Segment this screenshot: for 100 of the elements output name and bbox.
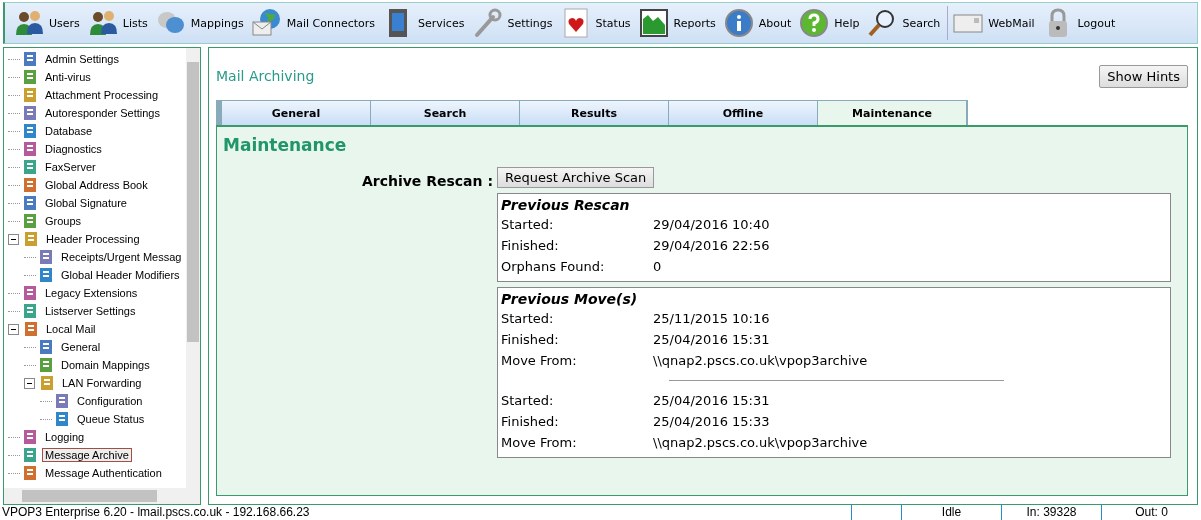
tree-item[interactable]: Database xyxy=(42,124,96,138)
tab[interactable]: General xyxy=(222,101,371,125)
toolbar-button[interactable]: Settings xyxy=(469,5,558,41)
info-value: \\qnap2.pscs.co.uk\vpop3archive xyxy=(653,435,868,450)
page-title: Mail Archiving xyxy=(216,68,315,84)
info-value: 0 xyxy=(653,259,662,274)
document-icon xyxy=(22,303,38,319)
info-label: Finished: xyxy=(501,414,560,429)
document-icon xyxy=(38,249,54,265)
tree-item[interactable]: Admin Settings xyxy=(42,52,122,66)
document-icon xyxy=(38,339,54,355)
tree-item[interactable]: Receipts/Urgent Messag xyxy=(58,250,185,264)
show-hints-button[interactable]: Show Hints xyxy=(1099,64,1188,88)
tree-item[interactable]: Queue Status xyxy=(74,412,148,426)
info-value: 25/11/2015 10:16 xyxy=(653,311,770,326)
status-cell: Out: 0 xyxy=(1101,504,1201,520)
tree-item[interactable]: Global Header Modifiers xyxy=(58,268,183,282)
tree-item[interactable]: LAN Forwarding xyxy=(59,376,145,390)
tree-item[interactable]: Global Signature xyxy=(42,196,130,210)
document-icon xyxy=(22,213,38,229)
info-value: 29/04/2016 10:40 xyxy=(653,217,770,232)
toolbar-button[interactable]: Mail Connectors xyxy=(248,5,381,41)
info-value: 25/04/2016 15:31 xyxy=(653,393,770,408)
tree-item[interactable]: Header Processing xyxy=(43,232,143,246)
globe-envelope-icon xyxy=(250,7,283,39)
box-title: Previous Rescan xyxy=(501,197,631,213)
tree-item[interactable]: FaxServer xyxy=(42,160,99,174)
collapse-icon[interactable] xyxy=(8,233,19,245)
tab[interactable]: Results xyxy=(520,101,669,125)
tree-item[interactable]: Message Archive xyxy=(42,448,132,462)
document-icon xyxy=(22,87,38,103)
document-icon xyxy=(22,69,38,85)
document-icon xyxy=(22,51,38,67)
tab[interactable]: Search xyxy=(371,101,520,125)
info-label: Finished: xyxy=(501,238,560,253)
document-icon xyxy=(22,177,38,193)
toolbar-button[interactable]: About xyxy=(720,5,797,41)
toolbar-button[interactable]: Mappings xyxy=(152,5,249,41)
document-icon xyxy=(22,159,38,175)
document-icon xyxy=(22,123,38,139)
tree-item[interactable]: Global Address Book xyxy=(42,178,151,192)
tree-item[interactable]: General xyxy=(58,340,104,354)
request-scan-button[interactable]: Request Archive Scan xyxy=(497,167,655,188)
document-icon xyxy=(22,195,38,211)
info-label: Orphans Found: xyxy=(501,259,606,274)
tree-item[interactable]: Message Authentication xyxy=(42,466,165,480)
document-icon xyxy=(22,465,38,481)
toolbar-button[interactable]: Status xyxy=(557,5,636,41)
tree-item[interactable]: Diagnostics xyxy=(42,142,105,156)
document-icon xyxy=(38,357,54,373)
tree-item[interactable]: Configuration xyxy=(74,394,146,408)
toolbar-button[interactable]: Help xyxy=(796,5,865,41)
document-icon xyxy=(22,105,38,121)
tree-item[interactable]: Domain Mappings xyxy=(58,358,153,372)
document-icon xyxy=(23,231,39,247)
document-icon xyxy=(22,285,38,301)
tree-item[interactable]: Legacy Extensions xyxy=(42,286,141,300)
info-label: Finished: xyxy=(501,332,560,347)
document-icon xyxy=(22,429,38,445)
info-label: Started: xyxy=(501,393,555,408)
status-text: VPOP3 Enterprise 6.20 - lmail.pscs.co.uk - 192.168.66.23 xyxy=(1,505,311,519)
document-icon xyxy=(39,375,55,391)
status-cell: Idle xyxy=(901,504,1001,520)
toolbar-button[interactable]: Search xyxy=(864,5,946,41)
info-label: Started: xyxy=(501,217,555,232)
document-icon xyxy=(23,321,39,337)
collapse-icon[interactable] xyxy=(8,323,19,335)
toolbar-button[interactable]: Reports xyxy=(635,5,721,41)
vertical-scrollbar[interactable] xyxy=(186,48,200,488)
info-value: \\qnap2.pscs.co.uk\vpop3archive xyxy=(653,353,868,368)
tree-item[interactable]: Groups xyxy=(42,214,85,228)
box-title: Previous Move(s) xyxy=(501,291,639,307)
info-label: Started: xyxy=(501,311,555,326)
document-icon xyxy=(38,267,54,283)
tree-item[interactable]: Autoresponder Settings xyxy=(42,106,163,120)
document-icon xyxy=(54,411,70,427)
toolbar-button[interactable]: Services xyxy=(380,5,470,41)
toolbar-button[interactable]: Logout xyxy=(1039,5,1121,41)
collapse-icon[interactable] xyxy=(24,377,35,389)
field-label: Archive Rescan : xyxy=(361,173,493,189)
document-icon xyxy=(54,393,70,409)
document-icon xyxy=(22,141,38,157)
chart-icon xyxy=(637,7,670,39)
tab[interactable]: Maintenance xyxy=(818,101,967,125)
toolbar-button[interactable]: WebMail xyxy=(950,5,1040,41)
tree-item[interactable]: Anti-virus xyxy=(42,70,94,84)
horizontal-scrollbar[interactable] xyxy=(4,488,200,504)
tab[interactable]: Offline xyxy=(669,101,818,125)
document-icon xyxy=(22,447,38,463)
tree-item[interactable]: Local Mail xyxy=(43,322,99,336)
tree-item[interactable]: Attachment Processing xyxy=(42,88,162,102)
info-value: 25/04/2016 15:31 xyxy=(653,332,770,347)
info-value: 25/04/2016 15:33 xyxy=(653,414,770,429)
status-cell: In: 39328 xyxy=(1001,504,1101,520)
section-heading: Maintenance xyxy=(223,135,348,155)
tree-item[interactable]: Listserver Settings xyxy=(42,304,139,318)
toolbar-button[interactable]: Users xyxy=(11,5,85,41)
toolbar-button[interactable]: Lists xyxy=(84,5,153,41)
help-icon xyxy=(798,7,831,39)
tree-item[interactable]: Logging xyxy=(42,430,88,444)
